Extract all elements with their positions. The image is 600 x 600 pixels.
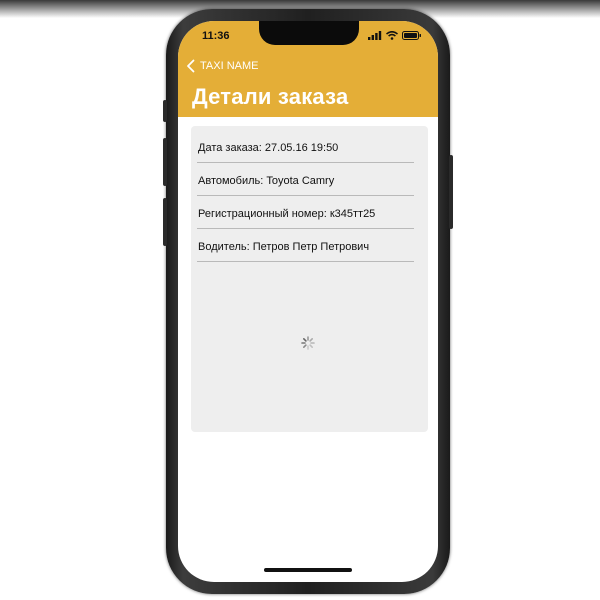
order-date-row: Дата заказа: 27.05.16 19:50 <box>197 130 414 163</box>
plate-number-text: Регистрационный номер: к345тт25 <box>198 208 376 220</box>
battery-icon <box>402 31 421 40</box>
chevron-left-icon <box>187 59 195 73</box>
car-text: Автомобиль: Toyota Camry <box>198 175 335 187</box>
driver-text: Водитель: Петров Петр Петрович <box>198 241 370 253</box>
navigation-header: 11:36 TAXI NAME Детали заказа <box>178 21 438 117</box>
silent-switch <box>163 100 167 122</box>
cellular-signal-icon <box>368 31 382 40</box>
plate-number-row: Регистрационный номер: к345тт25 <box>197 196 414 229</box>
wifi-icon <box>386 31 398 40</box>
home-indicator[interactable] <box>264 568 352 572</box>
order-date-text: Дата заказа: 27.05.16 19:50 <box>198 142 339 154</box>
volume-up-button <box>163 138 167 186</box>
phone-screen: 11:36 TAXI NAME Детали заказа Дата заказ… <box>178 21 438 582</box>
driver-row: Водитель: Петров Петр Петрович <box>197 229 414 262</box>
power-button <box>449 155 453 229</box>
app-preview: 11:36 TAXI NAME Детали заказа Дата заказ… <box>0 0 600 600</box>
car-row: Автомобиль: Toyota Camry <box>197 163 414 196</box>
back-button-label: TAXI NAME <box>200 60 259 72</box>
notch <box>259 21 359 45</box>
activity-spinner-icon <box>301 336 315 350</box>
page-title: Детали заказа <box>192 84 349 109</box>
back-button[interactable]: TAXI NAME <box>186 59 258 73</box>
volume-down-button <box>163 198 167 246</box>
status-icons <box>368 31 422 40</box>
status-time: 11:36 <box>202 30 230 42</box>
order-details-card: Дата заказа: 27.05.16 19:50 Автомобиль: … <box>191 126 428 432</box>
